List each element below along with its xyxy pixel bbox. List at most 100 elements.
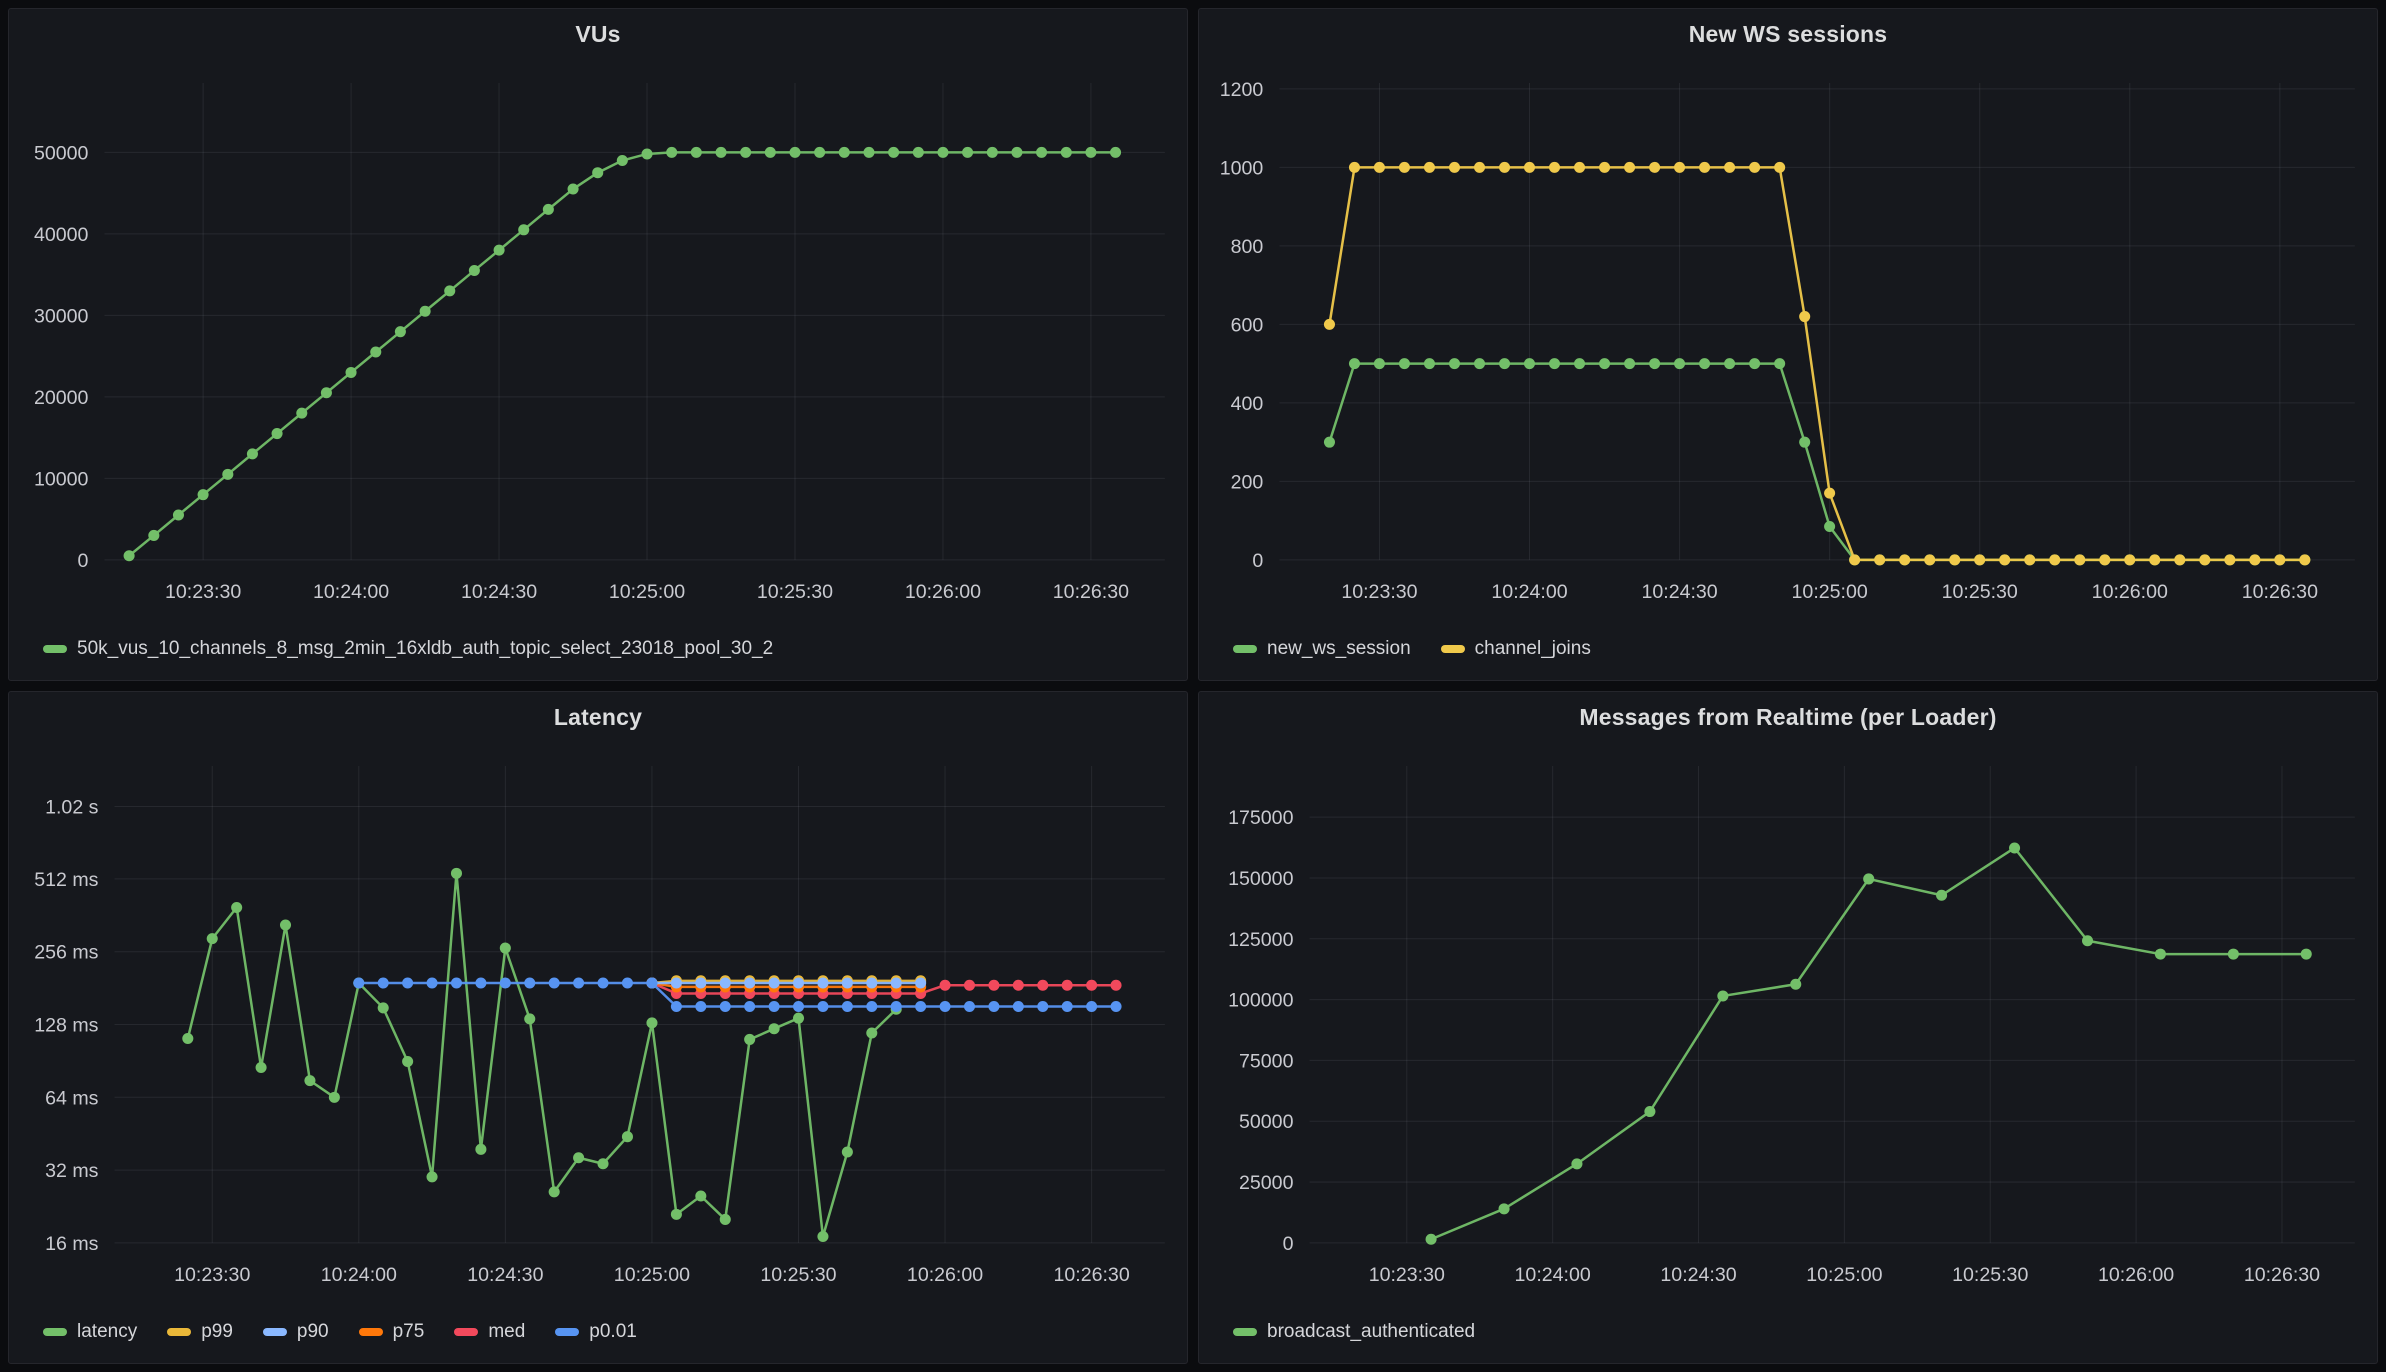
x-tick-label: 10:25:30	[760, 1264, 836, 1286]
data-point	[172, 509, 184, 521]
panel-header: Messages from Realtime (per Loader)	[1199, 692, 2377, 742]
panel-title-new-ws-sessions[interactable]: New WS sessions	[1689, 21, 1888, 48]
data-point	[2227, 948, 2239, 960]
data-point	[426, 1171, 438, 1183]
data-point	[670, 1208, 682, 1220]
data-point	[1724, 358, 1736, 370]
data-point	[1899, 554, 1911, 566]
data-point	[468, 264, 480, 276]
messages-chart[interactable]: 0 25000 50000 75000 100000 125000 150000 175000…	[1199, 742, 2377, 1309]
y-tick-label: 30000	[34, 305, 89, 327]
legend-label: med	[488, 1321, 526, 1342]
grid: 0 200 400 600 800 1000 1200 10:23:30 10:24:00 10:…	[1220, 79, 2355, 603]
data-point	[866, 1027, 878, 1039]
data-point	[1974, 554, 1986, 566]
legend-swatch	[1233, 645, 1257, 653]
legend-swatch	[454, 1328, 479, 1336]
legend-item-latency[interactable]: latency	[43, 1321, 137, 1343]
data-point	[1348, 161, 1361, 173]
x-tick-label: 10:23:30	[1341, 581, 1417, 603]
data-point	[621, 977, 633, 989]
data-point	[182, 1033, 194, 1045]
grid: 0 10000 20000 30000 40000 50000 10:23:30 10:24:…	[34, 83, 1165, 603]
x-tick-label: 10:23:30	[165, 581, 241, 603]
data-point	[888, 146, 900, 158]
data-point	[2099, 554, 2111, 566]
panel-header: VUs	[9, 9, 1187, 59]
legend-label: p99	[201, 1321, 233, 1342]
legend-swatch	[43, 1328, 67, 1336]
y-tick-label: 1200	[1220, 79, 1264, 101]
data-point	[963, 979, 976, 991]
data-point	[394, 326, 406, 338]
latency-legend: latency p99 p90 p75 med p0.01	[9, 1309, 1187, 1363]
messages-legend: broadcast_authenticated	[1199, 1309, 2377, 1363]
data-point	[1474, 161, 1486, 173]
legend-label: broadcast_authenticated	[1267, 1321, 1476, 1342]
legend-item-med[interactable]: med	[454, 1321, 525, 1343]
vus-chart[interactable]: 0 10000 20000 30000 40000 50000 10:23:30 10:24:…	[9, 59, 1187, 626]
data-point	[450, 867, 463, 879]
data-point	[231, 901, 243, 914]
series-latency	[182, 867, 902, 1242]
data-point	[719, 1000, 731, 1012]
data-point	[1717, 990, 1729, 1002]
data-point	[744, 977, 756, 989]
data-point	[1499, 161, 1511, 173]
new-ws-sessions-chart[interactable]: 0 200 400 600 800 1000 1200 10:23:30 10:24:00 10:…	[1199, 59, 2377, 626]
data-point	[2154, 948, 2166, 960]
data-point	[573, 1152, 585, 1164]
legend-label: 50k_vus_10_channels_8_msg_2min_16xldb_au…	[77, 638, 774, 659]
legend-item-p90[interactable]: p90	[262, 1321, 329, 1343]
data-point	[2024, 554, 2036, 566]
y-tick-label: 125000	[1228, 929, 1293, 951]
new-ws-sessions-plot-area: 0 200 400 600 800 1000 1200 10:23:30 10:24:00 10:…	[1199, 59, 2377, 626]
data-point	[863, 146, 875, 158]
data-point	[814, 146, 826, 158]
data-point	[206, 933, 218, 945]
x-tick-label: 10:24:30	[467, 1264, 543, 1286]
data-point	[1523, 358, 1536, 370]
data-point	[1011, 146, 1023, 158]
data-point	[1448, 358, 1461, 370]
data-point	[838, 146, 850, 158]
data-point	[1036, 146, 1048, 158]
panel-title-messages-from-realtime[interactable]: Messages from Realtime (per Loader)	[1579, 704, 1996, 731]
data-point	[1037, 979, 1049, 991]
data-point	[370, 346, 382, 358]
data-point	[1999, 554, 2011, 566]
y-tick-label: 600	[1231, 314, 1264, 336]
x-tick-label: 10:25:30	[1942, 581, 2018, 603]
x-tick-label: 10:26:00	[905, 581, 981, 603]
data-point	[1649, 161, 1661, 173]
data-point	[1874, 554, 1886, 566]
data-point	[1724, 161, 1736, 173]
legend-swatch	[43, 645, 67, 653]
data-point	[646, 1017, 658, 1029]
legend-item-p99[interactable]: p99	[167, 1321, 233, 1343]
data-point	[1624, 161, 1636, 173]
latency-chart[interactable]: 16 ms 32 ms 64 ms 128 ms 256 ms 512 ms 1.02 s 1…	[9, 742, 1187, 1309]
data-point	[666, 146, 678, 158]
data-point	[1924, 554, 1936, 566]
data-point	[597, 977, 609, 989]
legend-item-50k_vus_10_channels_8_msg_2min_16xldb_auth_topic_select_23018_pool_30_2[interactable]: 50k_vus_10_channels_8_msg_2min_16xldb_au…	[43, 638, 773, 660]
legend-swatch	[358, 1328, 383, 1336]
panel-header: New WS sessions	[1199, 9, 2377, 59]
legend-item-p0.01[interactable]: p0.01	[555, 1321, 637, 1343]
data-point	[353, 977, 365, 989]
data-point	[695, 977, 707, 989]
legend-item-channel_joins[interactable]: channel_joins	[1440, 638, 1591, 660]
legend-item-new_ws_session[interactable]: new_ws_session	[1233, 638, 1411, 660]
data-point	[328, 1091, 340, 1103]
data-point	[1348, 358, 1361, 370]
data-point	[1423, 161, 1436, 173]
panel-title-latency[interactable]: Latency	[554, 704, 642, 731]
data-point	[377, 977, 389, 989]
panel-title-vus[interactable]: VUs	[575, 21, 620, 48]
latency-plot-area: 16 ms 32 ms 64 ms 128 ms 256 ms 512 ms 1.02 s 1…	[9, 742, 1187, 1309]
legend-item-p75[interactable]: p75	[358, 1321, 424, 1343]
legend-item-broadcast_authenticated[interactable]: broadcast_authenticated	[1233, 1321, 1475, 1343]
data-point	[2074, 554, 2086, 566]
y-tick-label: 200	[1231, 471, 1264, 493]
